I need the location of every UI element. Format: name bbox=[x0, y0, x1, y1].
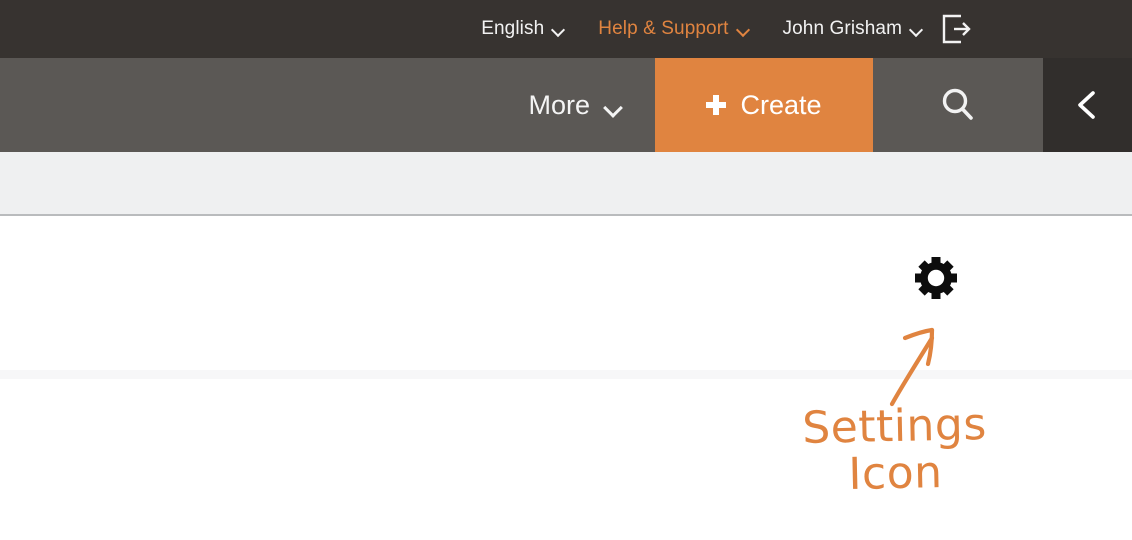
search-button[interactable] bbox=[873, 58, 1043, 152]
chevron-left-icon bbox=[1071, 88, 1105, 122]
settings-gear-icon[interactable] bbox=[913, 255, 959, 301]
annotation-line-2: Icon bbox=[847, 447, 944, 501]
language-selector[interactable]: English bbox=[481, 18, 564, 40]
create-button-label: Create bbox=[740, 89, 822, 120]
chevron-down-icon bbox=[738, 24, 749, 35]
page-header-band bbox=[0, 152, 1132, 216]
more-menu[interactable]: More bbox=[528, 58, 655, 152]
section-divider bbox=[0, 370, 1132, 379]
chevron-down-icon bbox=[553, 24, 564, 35]
annotation-line-1: Settings bbox=[801, 399, 988, 454]
language-selector-label: English bbox=[481, 18, 545, 39]
create-button[interactable]: Create bbox=[655, 58, 873, 152]
main-nav-bar: More Create bbox=[0, 58, 1132, 152]
plus-icon bbox=[706, 95, 727, 115]
chevron-down-icon bbox=[606, 100, 621, 115]
user-account-menu[interactable]: John Grisham bbox=[783, 12, 972, 46]
chevron-down-icon bbox=[911, 24, 922, 35]
annotation-text: Settings Icon bbox=[779, 399, 1011, 501]
user-account-label: John Grisham bbox=[782, 18, 902, 39]
logout-icon[interactable] bbox=[938, 12, 972, 46]
help-and-support-label: Help & Support bbox=[598, 18, 729, 39]
more-menu-label: More bbox=[528, 89, 590, 120]
collapse-panel-button[interactable] bbox=[1043, 58, 1132, 152]
search-icon bbox=[938, 85, 978, 125]
help-and-support-menu[interactable]: Help & Support bbox=[598, 18, 748, 40]
top-utility-bar: English Help & Support John Grisham bbox=[0, 0, 1132, 58]
